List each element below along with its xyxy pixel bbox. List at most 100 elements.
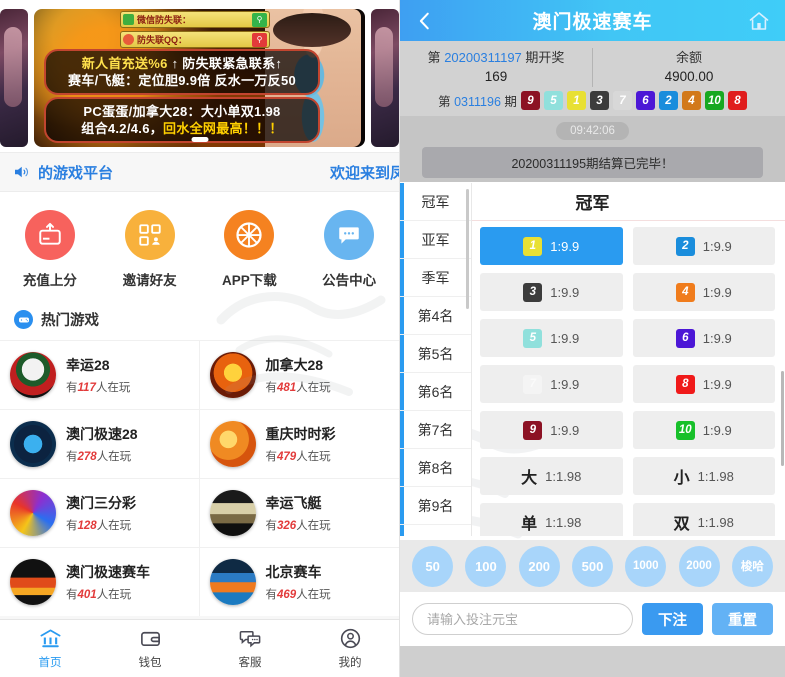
wechat-contact-row[interactable]: 微信防失联： ⚲ <box>120 11 270 28</box>
rank-tab-10[interactable]: 第10名 <box>400 525 471 536</box>
rank-tab-6[interactable]: 第6名 <box>400 373 471 411</box>
carousel-indicator[interactable] <box>191 137 208 142</box>
submit-bet-button[interactable]: 下注 <box>642 603 703 635</box>
chip-100[interactable]: 100 <box>465 545 507 587</box>
chevron-left-icon[interactable] <box>414 10 436 32</box>
rank-tab-runner-up[interactable]: 亚军 <box>400 221 471 259</box>
chat-message: 20200311195期结算已完毕！ <box>422 147 763 178</box>
home-icon[interactable] <box>747 9 771 33</box>
sidebar-item-profile[interactable]: 我的 <box>300 620 399 677</box>
bank-home-icon <box>40 629 60 648</box>
bet-option-big[interactable]: 大 1:1.98 <box>480 457 623 495</box>
quick-action-label: 邀请好友 <box>122 273 177 288</box>
list-item[interactable]: 澳门三分彩 有128人在玩 <box>0 478 200 547</box>
countdown-value: 169 <box>484 69 508 84</box>
promo-banner-carousel[interactable]: 微信防失联： ⚲ 防失联QQ： ⚲ 新人首充送%6 ↑ 防失联紧急联系↑ 赛车/… <box>0 0 399 152</box>
rank-tab-champion[interactable]: 冠军 <box>400 183 471 221</box>
game-players: 有481人在玩 <box>266 379 331 395</box>
option-ball: 2 <box>675 236 695 256</box>
quick-action-recharge[interactable]: 充值上分 <box>0 210 100 289</box>
chip-1000[interactable]: 1000 <box>625 545 667 587</box>
rank-tab-list[interactable]: 冠军 亚军 季军 第4名 第5名 第6名 第7名 第8名 第9名 第10名 <box>400 183 472 536</box>
chip-50[interactable]: 50 <box>412 545 454 587</box>
option-ball: 6 <box>675 328 695 348</box>
chip-200[interactable]: 200 <box>518 545 560 587</box>
bet-option-2[interactable]: 2 1:9.9 <box>632 227 775 265</box>
bet-option-8[interactable]: 8 1:9.9 <box>632 365 775 403</box>
rank-tab-4[interactable]: 第4名 <box>400 297 471 335</box>
bet-option-1[interactable]: 1 1:9.9 <box>480 227 623 265</box>
bet-option-even[interactable]: 双 1:1.98 <box>632 503 775 536</box>
banner-caption-arrow2: ↑ <box>275 56 283 71</box>
rank-tab-7[interactable]: 第7名 <box>400 411 471 449</box>
tab-label: 钱包 <box>138 657 162 669</box>
bet-amount-input[interactable] <box>412 603 633 635</box>
rank-tab-third[interactable]: 季军 <box>400 259 471 297</box>
list-item[interactable]: 澳门极速赛车 有401人在玩 <box>0 547 200 616</box>
bet-option-odd[interactable]: 单 1:1.98 <box>480 503 623 536</box>
tab-label: 客服 <box>238 657 262 669</box>
rank-tab-9[interactable]: 第9名 <box>400 487 471 525</box>
players-prefix: 有 <box>66 382 78 394</box>
bet-option-6[interactable]: 6 1:9.9 <box>632 319 775 357</box>
macau-speed28-icon <box>10 421 56 467</box>
players-prefix: 有 <box>265 451 278 463</box>
right-game-panel: 澳门极速赛车 第 20200311197 期开奖 169 余额 4900.00 … <box>400 0 785 677</box>
players-count: 278 <box>77 451 97 463</box>
sidebar-item-wallet[interactable]: 钱包 <box>100 620 200 677</box>
list-item[interactable]: 幸运飞艇 有326人在玩 <box>199 478 399 547</box>
banner-prev-slide[interactable] <box>0 9 28 147</box>
bet-option-small[interactable]: 小 1:1.98 <box>632 457 775 495</box>
list-item[interactable]: 北京赛车 有469人在玩 <box>199 547 399 616</box>
banner-current-slide[interactable]: 微信防失联： ⚲ 防失联QQ： ⚲ 新人首充送%6 ↑ 防失联紧急联系↑ 赛车/… <box>34 9 365 147</box>
banner-caption-arrow: ↑ <box>167 56 183 71</box>
user-profile-icon <box>340 628 360 649</box>
bet-option-4[interactable]: 4 1:9.9 <box>632 273 775 311</box>
players-prefix: 有 <box>265 382 278 394</box>
announcement-marquee[interactable]: 的游戏平台 欢迎来到凤 <box>0 152 399 192</box>
quick-action-app-download[interactable]: APP下载 <box>200 210 300 289</box>
wechat-icon <box>123 14 134 25</box>
marquee-text-right: 欢迎来到凤 <box>329 164 399 182</box>
search-icon[interactable]: ⚲ <box>252 12 267 27</box>
hot-games-header: 热门游戏 <box>0 301 399 340</box>
search-icon[interactable]: ⚲ <box>252 32 267 47</box>
option-odds: 1:9.9 <box>550 238 580 254</box>
list-item[interactable]: 幸运28 有117人在玩 <box>0 340 200 409</box>
sidebar-item-support[interactable]: 客服 <box>200 620 300 677</box>
result-ball: 5 <box>543 91 563 110</box>
rank-tab-8[interactable]: 第8名 <box>400 449 471 487</box>
card-upload-icon <box>24 210 75 260</box>
chip-500[interactable]: 500 <box>571 545 613 587</box>
banner-next-slide[interactable] <box>371 9 399 147</box>
chip-2000[interactable]: 2000 <box>678 545 720 587</box>
bet-option-10[interactable]: 10 1:9.9 <box>632 411 775 449</box>
players-count: 469 <box>277 589 297 601</box>
list-item[interactable]: 澳门极速28 有278人在玩 <box>0 409 200 478</box>
list-item[interactable]: 重庆时时彩 有479人在玩 <box>199 409 399 478</box>
bet-option-7[interactable]: 7 1:9.9 <box>480 365 623 403</box>
draw-suffix: 期开奖 <box>525 50 565 65</box>
bet-option-5[interactable]: 5 1:9.9 <box>480 319 623 357</box>
bet-option-9[interactable]: 9 1:9.9 <box>480 411 623 449</box>
list-item[interactable]: 加拿大28 有481人在玩 <box>199 340 399 409</box>
result-ball: 10 <box>704 91 724 110</box>
players-suffix: 人在玩 <box>296 520 331 532</box>
chip-all-in[interactable]: 梭哈 <box>731 545 773 587</box>
rank-tab-5[interactable]: 第5名 <box>400 335 471 373</box>
draw-prefix: 第 <box>427 50 441 65</box>
bet-option-3[interactable]: 3 1:9.9 <box>480 273 623 311</box>
reset-bet-button[interactable]: 重置 <box>712 603 773 635</box>
qq-contact-row[interactable]: 防失联QQ： ⚲ <box>120 31 270 48</box>
speaker-icon <box>15 166 28 178</box>
quick-action-announcements[interactable]: 公告中心 <box>299 210 399 289</box>
rank-scrollbar[interactable] <box>466 189 469 309</box>
sidebar-item-home[interactable]: 首页 <box>0 620 100 677</box>
options-scrollbar[interactable] <box>781 371 784 466</box>
bet-board: 冠军 冠军 亚军 季军 第4名 第5名 第6名 第7名 第8名 第9名 第10名 <box>400 182 785 540</box>
draw-issue-number: 20200311197 <box>444 50 522 65</box>
beijing-pk10-icon <box>209 559 256 605</box>
chat-feed[interactable]: 09:42:06 20200311195期结算已完毕！ <box>400 116 785 182</box>
banner-caption-line2: 赛车/飞艇：定位胆9.9倍 反水一万反50 <box>67 73 297 88</box>
quick-action-invite[interactable]: 邀请好友 <box>100 210 200 289</box>
